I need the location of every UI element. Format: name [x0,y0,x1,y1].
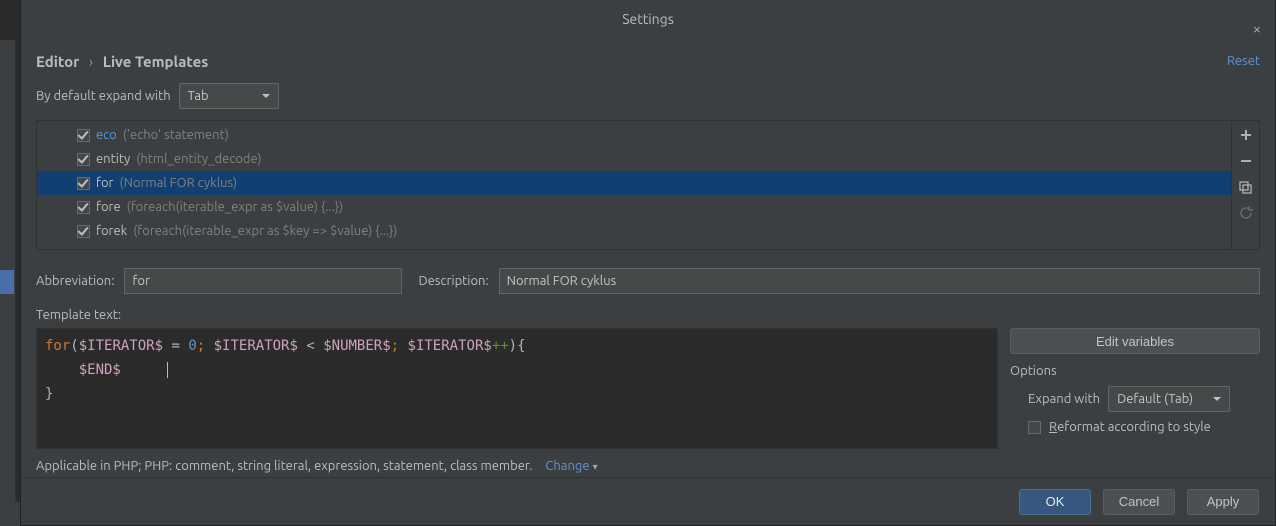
edit-variables-button[interactable]: Edit variables [1010,328,1260,354]
applicable-text-row: Applicable in PHP; PHP: comment, string … [36,459,998,473]
add-icon[interactable] [1238,127,1254,143]
options-column: Edit variables Options Expand with Defau… [1010,328,1260,473]
template-checkbox[interactable] [77,177,90,190]
template-name: forek [96,224,127,238]
copy-icon[interactable] [1238,179,1254,195]
expand-default-row: By default expand with Tab [36,78,1260,114]
close-icon[interactable]: × [1249,10,1265,26]
expand-default-value: Tab [188,89,209,103]
template-text-label: Template text: [36,308,1260,322]
abbreviation-label: Abbreviation: [36,274,114,288]
template-row-for[interactable]: for (Normal FOR cyklus) [37,171,1231,195]
ide-toolwindow-strip [0,40,16,506]
option-reformat-row: Reformat according to style [1028,420,1260,434]
lower-pane: for($ITERATOR$ = 0; $ITERATOR$ < $NUMBER… [36,328,1260,473]
template-name: eco [96,128,117,142]
template-row-eco[interactable]: eco ('echo' statement) [37,123,1231,147]
template-desc: (foreach(iterable_expr as $key => $value… [133,224,397,238]
templates-list-wrap: eco ('echo' statement) entity (html_entity_… [36,120,1260,250]
template-row-fore[interactable]: fore (foreach(iterable_expr as $value) {.… [37,195,1231,219]
reset-link[interactable]: Reset [1227,54,1260,68]
template-desc: (html_entity_decode) [136,152,261,166]
options-title: Options [1010,364,1260,378]
dialog-footer: OK Cancel Apply [21,477,1275,525]
chevron-down-icon: ▾ [593,461,598,472]
template-desc: ('echo' statement) [123,128,229,142]
breadcrumb-part-editor[interactable]: Editor [36,53,79,70]
breadcrumb-part-live-templates: Live Templates [103,53,209,70]
template-checkbox[interactable] [77,225,90,238]
cancel-button[interactable]: Cancel [1103,489,1175,515]
breadcrumb-row: Editor › Live Templates Reset [36,44,1260,78]
background-ide-stub [0,0,20,526]
description-label: Description: [418,274,488,288]
template-name: fore [96,200,121,214]
abbreviation-input[interactable] [124,268,402,294]
template-row-forek[interactable]: forek (foreach(iterable_expr as $key => $… [37,219,1231,243]
option-expand-with-label: Expand with [1028,392,1100,406]
template-name: for [96,176,113,190]
templates-toolbar [1231,121,1259,249]
template-row-entity[interactable]: entity (html_entity_decode) [37,147,1231,171]
change-context-link[interactable]: Change▾ [545,459,597,473]
abbrev-desc-row: Abbreviation: Description: [36,268,1260,294]
template-checkbox[interactable] [77,153,90,166]
option-expand-with-combo[interactable]: Default (Tab) [1108,386,1230,412]
text-caret [167,362,168,378]
apply-button[interactable]: Apply [1187,489,1259,515]
templates-list[interactable]: eco ('echo' statement) entity (html_entity_… [37,121,1231,249]
dialog-title: Settings [622,11,674,27]
option-expand-with-row: Expand with Default (Tab) [1028,386,1260,412]
template-checkbox[interactable] [77,201,90,214]
applicable-text: Applicable in PHP; PHP: comment, string … [36,459,532,473]
template-name: entity [96,152,130,166]
expand-default-combo[interactable]: Tab [179,83,279,109]
template-desc: (foreach(iterable_expr as $value) {...}) [127,200,343,214]
option-reformat-checkbox[interactable] [1028,421,1041,434]
ide-statusbar-stub [0,502,20,526]
breadcrumb: Editor › Live Templates [36,53,1227,70]
dialog-titlebar: Settings × [21,0,1275,38]
option-reformat-label[interactable]: Reformat according to style [1049,420,1211,434]
remove-icon[interactable] [1238,153,1254,169]
expand-default-label: By default expand with [36,89,171,103]
template-text-editor[interactable]: for($ITERATOR$ = 0; $ITERATOR$ < $NUMBER… [36,328,998,449]
ok-button[interactable]: OK [1019,489,1091,515]
template-desc: (Normal FOR cyklus) [119,176,237,190]
description-input[interactable] [499,268,1260,294]
options-group: Options Expand with Default (Tab) Reform… [1010,364,1260,442]
editor-column: for($ITERATOR$ = 0; $ITERATOR$ < $NUMBER… [36,328,998,473]
revert-icon [1238,205,1254,221]
breadcrumb-sep: › [89,53,93,70]
settings-dialog: Settings × Editor › Live Templates Reset… [20,0,1276,526]
ide-toolwindow-selected [0,270,14,294]
dialog-content: Editor › Live Templates Reset By default… [21,38,1275,477]
template-checkbox[interactable] [77,129,90,142]
code-keyword-for: for [45,338,70,354]
